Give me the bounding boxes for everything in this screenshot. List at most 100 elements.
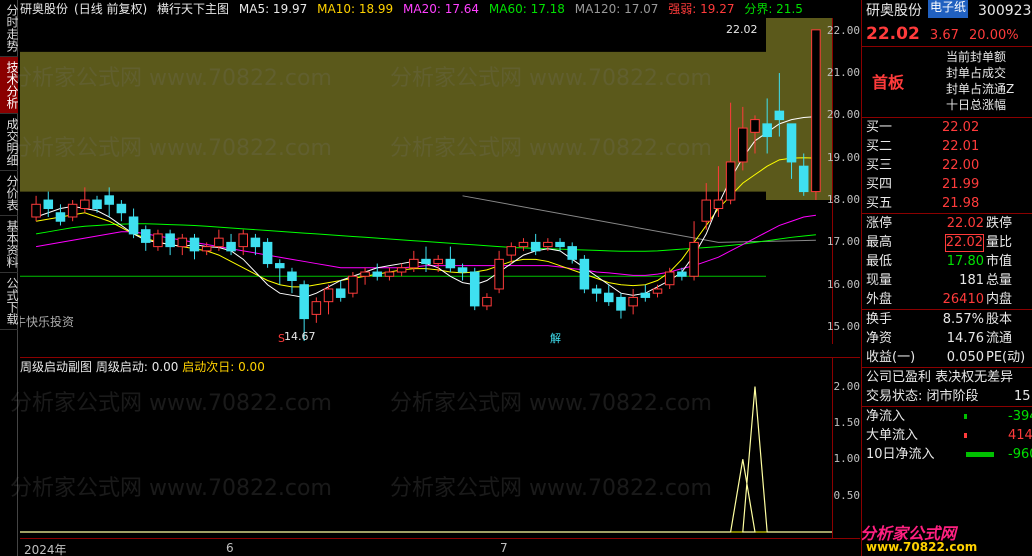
sub-tick: 1.50	[833, 415, 861, 429]
bid-price: 22.02	[942, 120, 980, 135]
indicator-band	[20, 18, 832, 201]
candle-body	[396, 267, 407, 273]
candle-body	[153, 233, 163, 248]
flow-row: 净流入 -394	[862, 407, 1032, 426]
candle-body	[750, 119, 760, 133]
indicator-name[interactable]: 横行天下主图	[157, 2, 229, 16]
ma120-value: MA120: 17.07	[574, 2, 659, 16]
stat-label-2: 内盘	[986, 292, 1013, 307]
stat-label: 最低	[866, 254, 893, 269]
stat-value: 26410	[942, 292, 984, 307]
candle-body	[689, 241, 699, 277]
ma60-value: MA60: 17.18	[488, 2, 565, 16]
candle-body	[579, 258, 590, 290]
bid-price: 21.99	[942, 177, 980, 192]
fund-flow: 净流入 -394 大单流入 414 10日净流入 -960	[862, 407, 1032, 464]
tab-0[interactable]: 分时走势	[0, 0, 19, 57]
candle-body	[494, 258, 504, 290]
stat-value: 14.76	[946, 331, 984, 346]
tab-4[interactable]: 基本资料	[0, 216, 19, 273]
price-tick: 17.00	[826, 235, 860, 249]
tab-1[interactable]: 技术分析	[0, 57, 19, 114]
candle-body	[384, 271, 395, 277]
board-label: 首板	[872, 73, 905, 92]
candle-body	[628, 296, 638, 307]
candlestick-chart[interactable]: 22.02 14.67S 解 阿牛快乐投资	[20, 18, 832, 344]
bid-row: 买五 21.98	[862, 194, 1032, 213]
candle-body	[445, 258, 456, 269]
bid-label: 买五	[866, 196, 893, 211]
candle-body	[506, 246, 517, 256]
candle-body	[811, 29, 821, 193]
stat-label: 换手	[866, 312, 893, 327]
candle-body	[201, 246, 212, 252]
candle-body	[713, 199, 724, 210]
stat-value: 17.80	[946, 254, 984, 269]
candle-body	[250, 237, 261, 248]
boundary-value: 分界: 21.5	[744, 2, 803, 16]
price-tick: 20.00	[826, 108, 860, 122]
candle-body	[214, 237, 224, 248]
stat-row-2: 收益(一) 0.050 PE(动)	[862, 348, 1032, 367]
bid-price: 22.00	[942, 158, 980, 173]
candle-body	[604, 292, 614, 303]
price-tick: 21.00	[826, 66, 860, 80]
bid-label: 买三	[866, 158, 893, 173]
sub-axis: 2.00 1.50 1.00 0.50	[832, 358, 860, 538]
stat-label: 净资	[866, 331, 893, 346]
candle-body	[421, 258, 431, 265]
quote-panel: 研奥股份 电子纸 300923 22.02 3.67 20.00% 首板 当前封…	[861, 0, 1032, 556]
candle-body	[311, 301, 322, 315]
bid-price: 21.98	[942, 196, 980, 211]
candle-body	[482, 296, 492, 307]
sub-tick: 1.00	[833, 452, 861, 466]
flow-row: 大单流入 414	[862, 426, 1032, 445]
stat-label-2: 股本	[986, 312, 1013, 327]
stat-row: 现量 181 总量	[862, 271, 1032, 290]
stat-value: 181	[959, 273, 984, 288]
date-label: 6	[226, 541, 234, 555]
seal-label: 十日总涨幅	[946, 98, 1007, 112]
bid-row: 买三 22.00	[862, 156, 1032, 175]
flow-value: -394	[1008, 409, 1032, 424]
candle-body	[299, 284, 309, 320]
author-label: 阿牛快乐投资	[20, 314, 74, 329]
sub-chart[interactable]	[20, 372, 832, 538]
price-tick: 18.00	[826, 193, 860, 207]
sector-badge[interactable]: 电子纸	[928, 0, 969, 18]
candle-body	[372, 271, 383, 277]
price-tick: 15.00	[826, 320, 860, 334]
candle-body	[738, 127, 748, 163]
candle-body	[323, 288, 334, 303]
candle-body	[774, 110, 785, 121]
tab-2[interactable]: 成交明细	[0, 114, 19, 171]
candle-body	[701, 199, 712, 222]
candle-body	[640, 292, 651, 298]
candle-body	[43, 199, 54, 210]
stat-label: 涨停	[866, 216, 893, 231]
tab-3[interactable]: 分价表	[0, 171, 19, 216]
quote-stock-name: 研奥股份	[866, 3, 922, 19]
candle-body	[116, 203, 127, 214]
price-axis: 22.00 21.00 20.00 19.00 18.00 17.00 16.00 15.00	[827, 18, 860, 344]
candle-body	[360, 271, 370, 277]
price-tick: 22.00	[826, 23, 860, 37]
stats-block: 涨停 22.02 跌停 最高 22.02 量比 最低 17.80 市值 现量 181 总量 外盘 2641…	[862, 214, 1032, 309]
sub-series-line	[20, 386, 832, 533]
seal-label: 当前封单额	[946, 50, 1007, 64]
stat-label: 外盘	[866, 292, 893, 307]
flow-row: 10日净流入 -960	[862, 445, 1032, 464]
chart-header: 研奥股份 (日线 前复权) 横行天下主图 MA5: 19.97 MA10: 18.…	[20, 0, 860, 18]
period-label[interactable]: (日线 前复权)	[74, 2, 147, 16]
stock-code: 300923	[978, 3, 1032, 19]
tab-5[interactable]: 公式下载	[0, 273, 19, 330]
candle-body	[652, 288, 663, 294]
candle-body	[67, 203, 78, 218]
site-logo: 分析家公式网 www.70822.com	[862, 520, 1032, 556]
stat-label: 收益(一)	[866, 350, 916, 365]
bid-row: 买一 22.02	[862, 118, 1032, 137]
candle-body	[616, 296, 626, 311]
left-tab-bar: 分时走势 技术分析 成交明细 分价表 基本资料 公式下载	[0, 0, 19, 556]
sub-tick: 0.50	[833, 488, 861, 502]
bid-book: 买一 22.02 买二 22.01 买三 22.00 买四 21.99 买五 21.98	[862, 118, 1032, 213]
